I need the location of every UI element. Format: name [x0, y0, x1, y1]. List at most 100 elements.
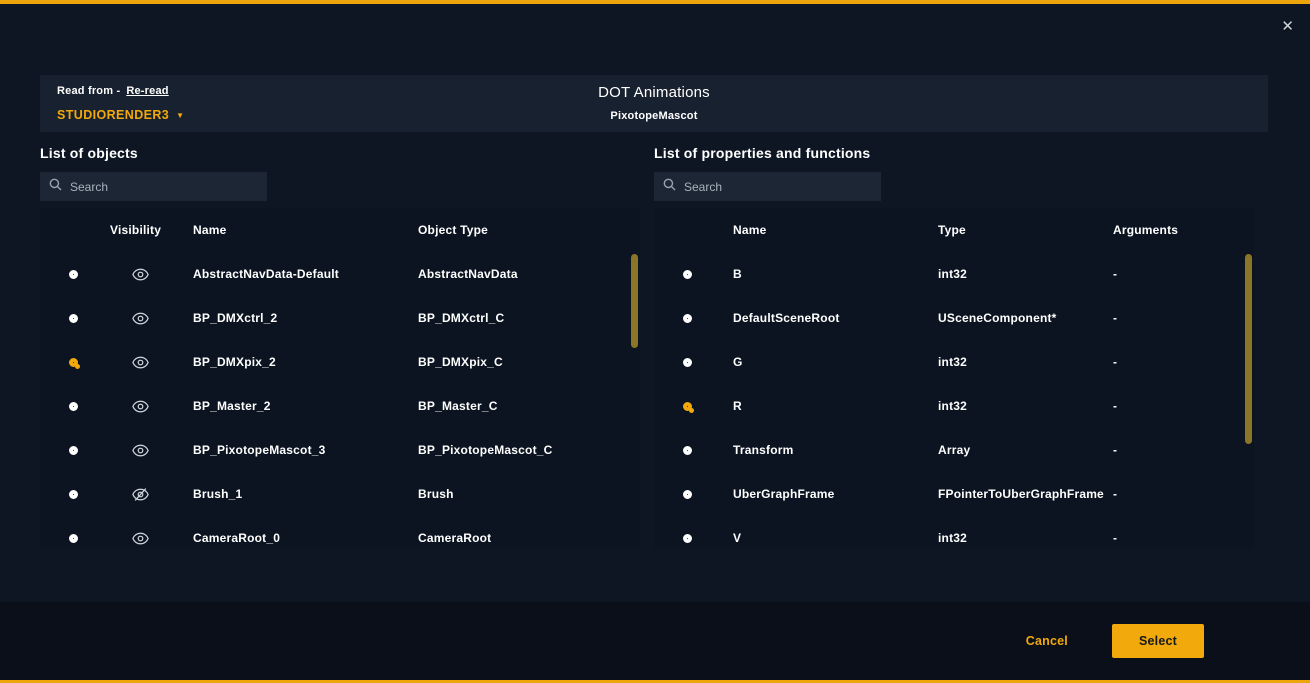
property-row[interactable]: Rint32-: [654, 384, 1254, 428]
property-arguments: -: [1113, 472, 1254, 516]
properties-search-box[interactable]: [654, 172, 881, 201]
eye-icon[interactable]: [132, 532, 149, 545]
eye-icon[interactable]: [132, 312, 149, 325]
radio[interactable]: [69, 314, 78, 323]
radio[interactable]: [69, 446, 78, 455]
header-bar: Read from -Re-read STUDIORENDER3 ▼ DOT A…: [40, 75, 1268, 132]
select-button[interactable]: Select: [1112, 624, 1204, 658]
eye-icon[interactable]: [132, 268, 149, 281]
property-arguments: -: [1113, 340, 1254, 384]
properties-panel-title: List of properties and functions: [654, 145, 1254, 161]
radio[interactable]: [69, 490, 78, 499]
search-icon: [49, 178, 62, 196]
object-row[interactable]: Brush_1Brush: [40, 472, 640, 516]
object-type: BP_DMXpix_C: [418, 340, 640, 384]
radio[interactable]: [683, 446, 692, 455]
column-header-type: Type: [938, 208, 1113, 252]
object-name: BP_PixotopeMascot_3: [193, 428, 418, 472]
properties-search-input[interactable]: [684, 180, 872, 194]
radio[interactable]: [683, 534, 692, 543]
object-type: BP_DMXctrl_C: [418, 296, 640, 340]
property-arguments: -: [1113, 428, 1254, 472]
eye-icon[interactable]: [132, 444, 149, 457]
radio[interactable]: [69, 534, 78, 543]
properties-table-rows: Bint32-DefaultSceneRootUSceneComponent*-…: [654, 252, 1254, 548]
property-arguments: -: [1113, 384, 1254, 428]
property-row[interactable]: Gint32-: [654, 340, 1254, 384]
radio[interactable]: [683, 358, 692, 367]
footer-bar: Cancel Select: [0, 602, 1310, 680]
property-type: int32: [938, 516, 1113, 548]
radio-selected[interactable]: [69, 358, 78, 367]
object-type: Brush: [418, 472, 640, 516]
column-header-visibility: Visibility: [106, 208, 193, 252]
property-row[interactable]: Bint32-: [654, 252, 1254, 296]
object-row[interactable]: BP_DMXctrl_2BP_DMXctrl_C: [40, 296, 640, 340]
radio[interactable]: [683, 490, 692, 499]
object-type: AbstractNavData: [418, 252, 640, 296]
column-header-object-type: Object Type: [418, 208, 640, 252]
property-name: R: [720, 384, 938, 428]
properties-panel: List of properties and functions Name Ty…: [654, 145, 1254, 548]
property-arguments: -: [1113, 516, 1254, 548]
eye-icon[interactable]: [132, 400, 149, 413]
property-type: int32: [938, 384, 1113, 428]
object-row[interactable]: BP_Master_2BP_Master_C: [40, 384, 640, 428]
radio-selected[interactable]: [683, 402, 692, 411]
object-row[interactable]: AbstractNavData-DefaultAbstractNavData: [40, 252, 640, 296]
property-type: int32: [938, 252, 1113, 296]
property-type: FPointerToUberGraphFrame: [938, 472, 1113, 516]
object-row[interactable]: BP_DMXpix_2BP_DMXpix_C: [40, 340, 640, 384]
objects-table-header: Visibility Name Object Type: [40, 208, 640, 252]
object-type: BP_Master_C: [418, 384, 640, 428]
eye-icon[interactable]: [132, 356, 149, 369]
object-name: CameraRoot_0: [193, 516, 418, 548]
objects-table: Visibility Name Object Type AbstractNavD…: [40, 208, 640, 548]
property-name: UberGraphFrame: [720, 472, 938, 516]
objects-search-input[interactable]: [70, 180, 258, 194]
object-type: CameraRoot: [418, 516, 640, 548]
object-type: BP_PixotopeMascot_C: [418, 428, 640, 472]
objects-panel-title: List of objects: [40, 145, 640, 161]
close-icon[interactable]: ✕: [1281, 19, 1294, 34]
radio[interactable]: [683, 314, 692, 323]
object-row[interactable]: CameraRoot_0CameraRoot: [40, 516, 640, 548]
object-name: Brush_1: [193, 472, 418, 516]
property-row[interactable]: DefaultSceneRootUSceneComponent*-: [654, 296, 1254, 340]
column-header-name: Name: [720, 208, 938, 252]
column-header-name: Name: [193, 208, 418, 252]
search-icon: [663, 178, 676, 196]
property-row[interactable]: TransformArray-: [654, 428, 1254, 472]
column-header-arguments: Arguments: [1113, 208, 1254, 252]
objects-search-box[interactable]: [40, 172, 267, 201]
object-name: BP_DMXpix_2: [193, 340, 418, 384]
properties-table-header: Name Type Arguments: [654, 208, 1254, 252]
radio[interactable]: [69, 402, 78, 411]
property-name: Transform: [720, 428, 938, 472]
objects-table-rows: AbstractNavData-DefaultAbstractNavDataBP…: [40, 252, 640, 548]
property-name: B: [720, 252, 938, 296]
property-type: int32: [938, 340, 1113, 384]
property-type: Array: [938, 428, 1113, 472]
property-arguments: -: [1113, 252, 1254, 296]
objects-panel: List of objects Visibility Name Object T…: [40, 145, 640, 548]
eye-slash-icon[interactable]: [132, 488, 149, 501]
scrollbar-thumb[interactable]: [1245, 254, 1252, 444]
property-name: DefaultSceneRoot: [720, 296, 938, 340]
radio[interactable]: [683, 270, 692, 279]
property-type: USceneComponent*: [938, 296, 1113, 340]
property-row[interactable]: Vint32-: [654, 516, 1254, 548]
radio[interactable]: [69, 270, 78, 279]
property-name: V: [720, 516, 938, 548]
accent-bar-top: [0, 0, 1310, 4]
dialog-title: DOT Animations: [40, 84, 1268, 101]
object-name: BP_DMXctrl_2: [193, 296, 418, 340]
property-arguments: -: [1113, 296, 1254, 340]
cancel-button[interactable]: Cancel: [1026, 634, 1068, 648]
object-row[interactable]: BP_PixotopeMascot_3BP_PixotopeMascot_C: [40, 428, 640, 472]
dot-animations-dialog: ✕ Read from -Re-read STUDIORENDER3 ▼ DOT…: [0, 0, 1310, 683]
properties-table: Name Type Arguments Bint32-DefaultSceneR…: [654, 208, 1254, 548]
dialog-subtitle: PixotopeMascot: [40, 110, 1268, 122]
property-row[interactable]: UberGraphFrameFPointerToUberGraphFrame-: [654, 472, 1254, 516]
scrollbar-thumb[interactable]: [631, 254, 638, 348]
